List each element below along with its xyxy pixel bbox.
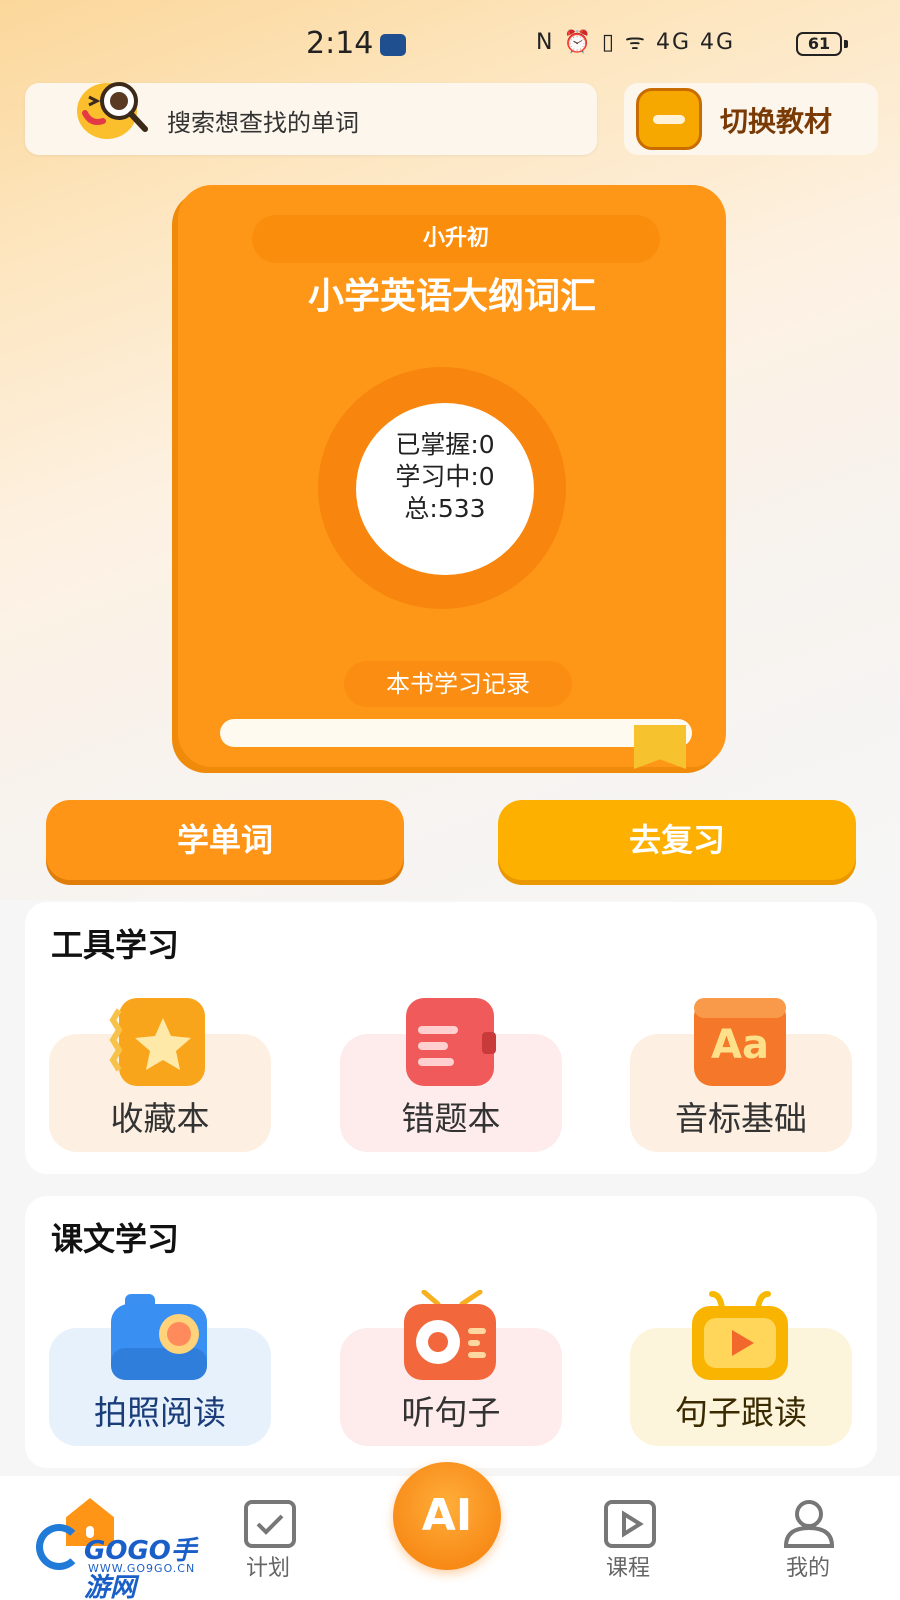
battery-icon: 61 [796, 32, 848, 56]
tool-favorites[interactable]: 收藏本 [49, 998, 271, 1152]
camera-icon [111, 1294, 207, 1380]
nav-ai-button[interactable]: AI [393, 1462, 501, 1570]
tool-mistakes[interactable]: 错题本 [340, 998, 562, 1152]
study-sentence-follow[interactable]: 句子跟读 [630, 1291, 852, 1446]
watermark-url: WWW.GO9GO.CN [88, 1562, 196, 1575]
search-placeholder: 搜索想查找的单词 [167, 109, 359, 137]
tools-section: 工具学习 收藏本 错题本 Aa 音标基础 [25, 902, 877, 1174]
switch-textbook-button[interactable]: 切换教材 [624, 83, 878, 155]
textbook-icon [636, 88, 702, 150]
study-record-button[interactable]: 本书学习记录 [344, 661, 572, 707]
text-study-title: 课文学习 [51, 1220, 180, 1258]
nav-plan[interactable]: 计划 [208, 1476, 328, 1600]
watermark-g-icon [36, 1524, 82, 1570]
textbook-card[interactable]: 小升初 小学英语大纲词汇 已掌握:0 学习中:0 总:533 本书学习记录 [178, 185, 726, 769]
switch-textbook-label: 切换教材 [720, 105, 833, 138]
learn-words-button[interactable]: 学单词 [46, 800, 404, 880]
notification-app-icon [380, 34, 406, 56]
tool-phonetics[interactable]: Aa 音标基础 [630, 998, 852, 1152]
watermark-logo: GOGO手游网 WWW.GO9GO.CN [36, 1520, 214, 1600]
search-bar[interactable]: 搜索想查找的单词 [25, 82, 597, 155]
study-listen-sentences[interactable]: 听句子 [340, 1290, 562, 1446]
nav-course[interactable]: 课程 [568, 1476, 688, 1600]
tv-play-icon [692, 1291, 788, 1380]
book-tag: 小升初 [252, 215, 660, 263]
stat-learning: 学习中:0 [395, 462, 495, 491]
study-listen-sentences-label: 听句子 [401, 1393, 501, 1432]
nav-plan-label: 计划 [245, 1556, 290, 1581]
tools-title: 工具学习 [51, 926, 180, 964]
star-book-icon [109, 998, 205, 1086]
nav-course-label: 课程 [605, 1556, 650, 1581]
svg-text:Aa: Aa [711, 1022, 769, 1068]
tool-favorites-label: 收藏本 [110, 1099, 210, 1138]
play-icon [604, 1500, 656, 1548]
study-photo-reading[interactable]: 拍照阅读 [49, 1294, 271, 1446]
notebook-icon [406, 998, 496, 1086]
stat-total: 总:533 [404, 494, 486, 523]
aa-icon: Aa [694, 998, 786, 1086]
tool-mistakes-label: 错题本 [401, 1099, 501, 1138]
mascot-magnifier-icon [77, 82, 148, 139]
nav-me[interactable]: 我的 [748, 1476, 868, 1600]
study-photo-reading-label: 拍照阅读 [94, 1393, 226, 1432]
book-page-bar [220, 719, 692, 747]
study-sentence-follow-label: 句子跟读 [675, 1393, 807, 1432]
text-study-section: 课文学习 拍照阅读 听句子 句子跟读 [25, 1196, 877, 1468]
nav-me-label: 我的 [785, 1556, 830, 1581]
status-icons: N ⏰ ▯ ᯤ 4G 4G [536, 30, 736, 55]
tool-phonetics-label: 音标基础 [675, 1099, 807, 1138]
radio-icon [404, 1290, 496, 1380]
status-time: 2:14 [306, 26, 374, 61]
user-icon [783, 1500, 835, 1548]
review-button[interactable]: 去复习 [498, 800, 856, 880]
progress-stats: 已掌握:0 学习中:0 总:533 [356, 403, 534, 575]
plan-icon [244, 1500, 296, 1548]
book-title: 小学英语大纲词汇 [307, 276, 596, 317]
status-bar: 2:14 N ⏰ ▯ ᯤ 4G 4G 61 [0, 20, 900, 70]
bookmark-icon [634, 725, 686, 769]
stat-mastered: 已掌握:0 [395, 430, 495, 459]
